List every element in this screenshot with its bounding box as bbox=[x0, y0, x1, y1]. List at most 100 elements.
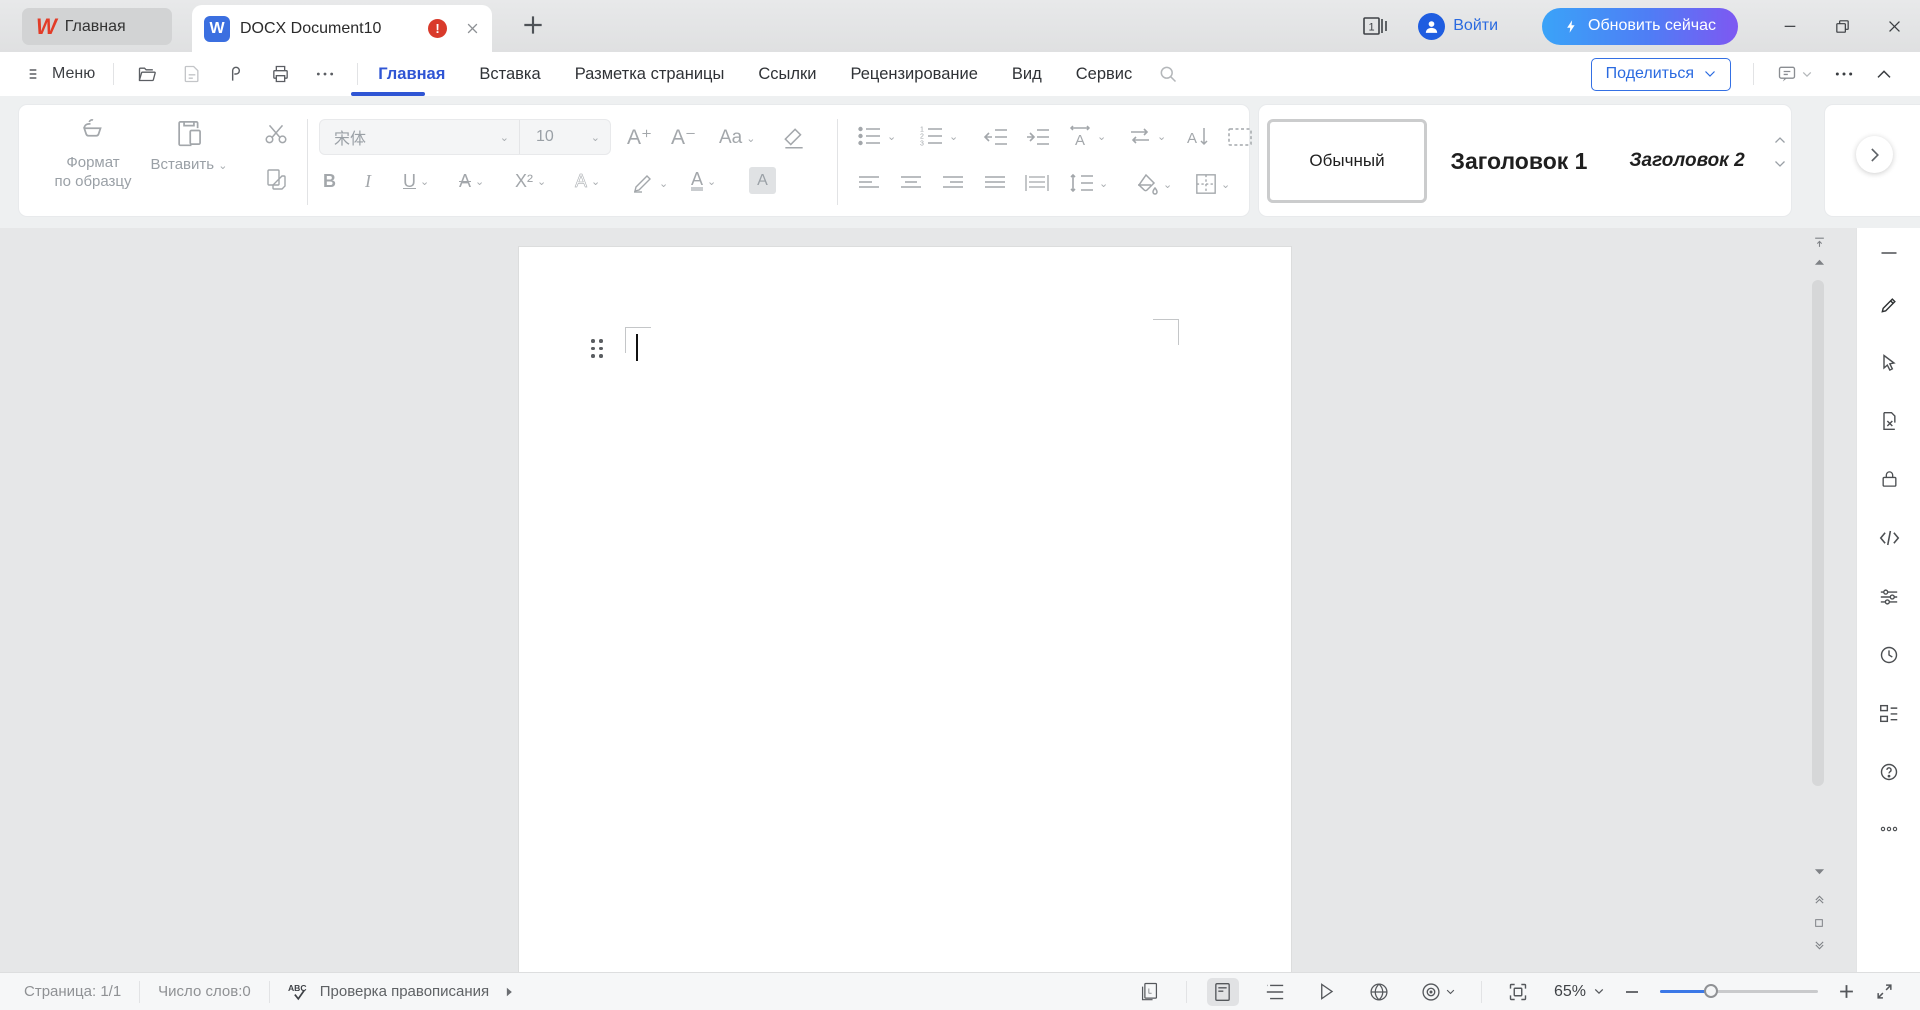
help-icon[interactable] bbox=[1857, 755, 1920, 789]
justify-button[interactable] bbox=[983, 175, 1007, 191]
close-window-button[interactable] bbox=[1868, 0, 1920, 52]
fullscreen-button[interactable] bbox=[1875, 982, 1894, 1001]
view-web-mode-button[interactable] bbox=[1363, 978, 1395, 1006]
history-clock-icon[interactable] bbox=[1857, 638, 1920, 672]
change-case-button[interactable]: Aa ⌄ bbox=[719, 127, 755, 149]
bold-button[interactable]: B bbox=[323, 171, 336, 192]
cut-button[interactable] bbox=[263, 121, 289, 147]
view-outline-mode-button[interactable] bbox=[1259, 978, 1291, 1006]
login-button[interactable]: Войти bbox=[1418, 12, 1498, 40]
scroll-up-icon[interactable] bbox=[1808, 258, 1830, 266]
font-size-select[interactable]: 10 ⌄ bbox=[520, 128, 610, 146]
tab-view[interactable]: Вид bbox=[1012, 65, 1042, 84]
grow-font-button[interactable]: A⁺ bbox=[627, 125, 652, 150]
bullet-list-button[interactable]: ⌄ bbox=[857, 125, 896, 147]
spellcheck-status[interactable]: ABC Проверка правописания bbox=[288, 982, 513, 1002]
code-icon[interactable] bbox=[1857, 521, 1920, 555]
structure-tree-icon[interactable] bbox=[1857, 696, 1920, 730]
collapse-ribbon-icon[interactable] bbox=[1876, 69, 1892, 79]
borders-button[interactable]: ⌄ bbox=[1195, 173, 1230, 195]
line-spacing-button[interactable]: ⌄ bbox=[1069, 173, 1108, 193]
next-page-button[interactable] bbox=[1808, 940, 1830, 951]
unsaved-alert-badge[interactable]: ! bbox=[428, 19, 447, 38]
lock-icon[interactable] bbox=[1857, 462, 1920, 496]
share-button[interactable]: Поделиться bbox=[1590, 57, 1731, 91]
previous-page-button[interactable] bbox=[1808, 894, 1830, 905]
upgrade-now-button[interactable]: Обновить сейчас bbox=[1542, 7, 1738, 45]
new-tab-button[interactable] bbox=[520, 12, 546, 38]
text-direction-button[interactable]: ⌄ bbox=[1127, 125, 1166, 147]
zoom-slider[interactable] bbox=[1660, 984, 1818, 998]
more-quick-actions-icon[interactable] bbox=[315, 71, 335, 77]
main-menu-button[interactable]: Меню bbox=[0, 65, 113, 83]
copy-button[interactable] bbox=[264, 167, 288, 193]
reject-document-icon[interactable] bbox=[1857, 404, 1920, 438]
style-normal[interactable]: Обычный bbox=[1267, 119, 1427, 203]
scroll-down-icon[interactable] bbox=[1808, 868, 1830, 876]
styles-scroll-down-icon[interactable] bbox=[1774, 160, 1786, 168]
view-page-mode-button[interactable] bbox=[1206, 977, 1239, 1006]
eye-protection-button[interactable] bbox=[1415, 978, 1461, 1006]
export-pdf-icon[interactable] bbox=[226, 64, 246, 84]
more-options-icon[interactable] bbox=[1834, 71, 1854, 77]
view-read-mode-button[interactable] bbox=[1311, 978, 1343, 1006]
select-browse-object-button[interactable] bbox=[1808, 918, 1830, 928]
word-count[interactable]: Число слов:0 bbox=[158, 983, 251, 1000]
clear-formatting-button[interactable] bbox=[781, 125, 807, 151]
select-tool-icon[interactable] bbox=[1857, 346, 1920, 380]
zoom-out-button[interactable] bbox=[1624, 984, 1640, 1000]
save-icon[interactable] bbox=[182, 64, 202, 84]
ribbon-scroll-right-button[interactable] bbox=[1856, 136, 1893, 173]
collapse-panel-icon[interactable] bbox=[1857, 236, 1920, 270]
vertical-scrollbar[interactable] bbox=[1808, 228, 1830, 972]
restore-button[interactable] bbox=[1816, 0, 1868, 52]
align-left-button[interactable] bbox=[857, 175, 881, 191]
font-name-select[interactable]: 宋体 ⌄ bbox=[320, 120, 520, 154]
char-highlight-button[interactable]: A bbox=[749, 167, 776, 194]
tab-review[interactable]: Рецензирование bbox=[850, 65, 977, 84]
document-page[interactable] bbox=[518, 246, 1292, 972]
strikethrough-button[interactable]: A ⌄ bbox=[459, 171, 484, 192]
scrollbar-thumb[interactable] bbox=[1812, 280, 1824, 786]
text-effects-button[interactable]: A ⌄ bbox=[575, 171, 600, 192]
reading-position-icon[interactable] bbox=[1808, 236, 1830, 249]
more-tools-icon[interactable] bbox=[1857, 812, 1920, 846]
tab-tools[interactable]: Сервис bbox=[1076, 65, 1133, 84]
page-setup-icon[interactable]: L bbox=[1134, 978, 1166, 1006]
shrink-font-button[interactable]: A⁻ bbox=[671, 125, 696, 150]
minimize-button[interactable] bbox=[1764, 0, 1816, 52]
show-marks-button[interactable] bbox=[1227, 127, 1253, 147]
distribute-button[interactable] bbox=[1025, 175, 1049, 191]
settings-tune-icon[interactable] bbox=[1857, 580, 1920, 614]
style-heading1[interactable]: Заголовок 1 bbox=[1439, 119, 1599, 203]
increase-indent-button[interactable] bbox=[1025, 127, 1051, 147]
style-heading2[interactable]: Заголовок 2 bbox=[1611, 119, 1763, 203]
zoom-level-select[interactable]: 65% bbox=[1554, 983, 1604, 1001]
sort-button[interactable]: A bbox=[1185, 125, 1211, 149]
superscript-button[interactable]: X² ⌄ bbox=[515, 171, 546, 192]
zoom-in-button[interactable] bbox=[1838, 983, 1855, 1000]
search-icon[interactable] bbox=[1158, 64, 1178, 84]
tab-page-layout[interactable]: Разметка страницы bbox=[575, 65, 725, 84]
home-tab[interactable]: W Главная bbox=[22, 8, 172, 45]
italic-button[interactable]: I bbox=[365, 171, 371, 192]
decrease-indent-button[interactable] bbox=[983, 127, 1009, 147]
tab-home[interactable]: Главная bbox=[378, 65, 445, 84]
page-indicator[interactable]: Страница: 1/1 bbox=[24, 983, 121, 1000]
shading-button[interactable]: ⌄ bbox=[1135, 173, 1172, 195]
document-tab[interactable]: W DOCX Document10 ! bbox=[192, 5, 492, 52]
format-painter-button[interactable]: Формат по образцу bbox=[47, 117, 139, 191]
font-color-button[interactable]: A ⌄ bbox=[691, 170, 716, 191]
open-file-icon[interactable] bbox=[136, 64, 158, 84]
window-list-icon[interactable]: 1 bbox=[1360, 14, 1390, 38]
edit-pen-icon[interactable] bbox=[1857, 288, 1920, 322]
fit-page-button[interactable] bbox=[1502, 978, 1534, 1006]
tab-close-icon[interactable] bbox=[465, 21, 480, 36]
styles-scroll-up-icon[interactable] bbox=[1774, 136, 1786, 144]
align-center-button[interactable] bbox=[899, 175, 923, 191]
comments-icon[interactable] bbox=[1776, 64, 1812, 84]
tab-insert[interactable]: Вставка bbox=[479, 65, 540, 84]
align-right-button[interactable] bbox=[941, 175, 965, 191]
highlighter-button[interactable]: ⌄ bbox=[631, 171, 668, 195]
tab-references[interactable]: Ссылки bbox=[758, 65, 816, 84]
